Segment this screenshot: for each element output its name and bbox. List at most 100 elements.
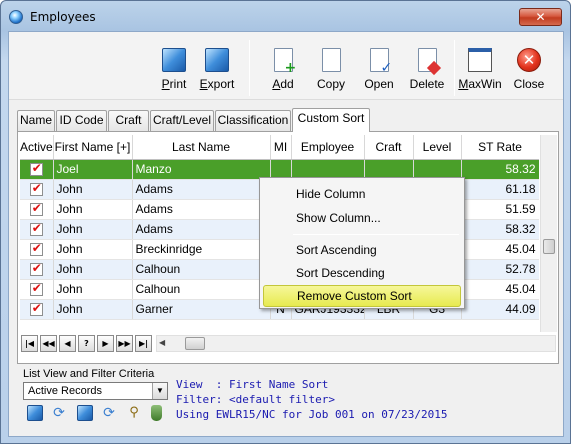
col-header-last-name[interactable]: Last Name (132, 135, 271, 160)
maxwin-button[interactable]: MaxWin (455, 48, 505, 96)
horizontal-scrollbar[interactable]: ◀ (156, 335, 556, 352)
col-header-employee[interactable]: Employee (291, 135, 365, 160)
col-header-craft[interactable]: Craft (364, 135, 414, 160)
first-record-button[interactable]: |◀ (21, 335, 38, 352)
chevron-down-icon[interactable]: ▼ (152, 383, 167, 399)
vertical-scrollbar[interactable] (540, 135, 557, 332)
help-button[interactable]: ? (78, 335, 95, 352)
st-rate-cell[interactable]: 51.59 (461, 199, 539, 220)
refresh-alt-icon[interactable]: ⟳ (101, 405, 117, 421)
first-name-cell[interactable]: John (53, 299, 133, 320)
active-cell[interactable] (20, 279, 54, 300)
copy-button[interactable]: Copy (306, 48, 356, 96)
active-cell[interactable] (20, 199, 54, 220)
app-globe-icon (9, 10, 23, 24)
export-label: xport (207, 77, 235, 91)
employee-cell[interactable] (291, 159, 365, 180)
active-checkbox[interactable] (29, 201, 43, 217)
st-rate-cell[interactable]: 58.32 (461, 219, 539, 240)
first-name-cell[interactable]: John (53, 279, 133, 300)
last-name-cell[interactable]: Garner (132, 299, 271, 320)
last-name-cell[interactable]: Manzo (132, 159, 271, 180)
tab-craft-level[interactable]: Craft/Level (150, 110, 214, 131)
active-cell[interactable] (20, 259, 54, 280)
first-name-cell[interactable]: Joel (53, 159, 133, 180)
next-page-button[interactable]: ▶▶ (116, 335, 133, 352)
prev-page-button[interactable]: ◀◀ (40, 335, 57, 352)
title-bar[interactable]: Employees ✕ (1, 1, 570, 31)
last-name-cell[interactable]: Calhoun (132, 259, 271, 280)
st-rate-cell[interactable]: 52.78 (461, 259, 539, 280)
column-context-menu: Hide Column Show Column... Sort Ascendin… (259, 177, 465, 309)
window-close-button[interactable]: ✕ (519, 8, 562, 26)
tab-classification[interactable]: Classification (215, 110, 291, 131)
vertical-scroll-thumb[interactable] (543, 239, 555, 254)
tab-id-code[interactable]: ID Code (56, 110, 107, 131)
st-rate-cell[interactable]: 45.04 (461, 239, 539, 260)
prev-record-button[interactable]: ◀ (59, 335, 76, 352)
active-cell[interactable] (20, 159, 54, 180)
first-name-cell[interactable]: John (53, 179, 133, 200)
last-name-cell[interactable]: Adams (132, 199, 271, 220)
menu-remove-custom-sort[interactable]: Remove Custom Sort (263, 285, 461, 307)
last-name-cell[interactable]: Breckinridge (132, 239, 271, 260)
mi-cell[interactable] (270, 159, 292, 180)
tab-custom-sort[interactable]: Custom Sort (292, 108, 370, 132)
delete-label: Delete (409, 77, 445, 91)
clear-icon[interactable] (151, 405, 162, 421)
col-header-mi[interactable]: MI (270, 135, 292, 160)
tab-name[interactable]: Name (17, 110, 55, 131)
delete-button[interactable]: Delete (402, 48, 452, 96)
col-header-level[interactable]: Level (413, 135, 462, 160)
add-button[interactable]: + Add (258, 48, 308, 96)
active-checkbox[interactable] (29, 161, 43, 177)
filter-section-label: List View and Filter Criteria (23, 368, 155, 380)
active-cell[interactable] (20, 299, 54, 320)
col-header-active[interactable]: Active (20, 135, 54, 160)
menu-hide-column[interactable]: Hide Column (263, 183, 461, 205)
scroll-left-icon[interactable]: ◀ (159, 338, 165, 347)
export-button[interactable]: Export (192, 48, 242, 96)
active-cell[interactable] (20, 219, 54, 240)
st-rate-cell[interactable]: 61.18 (461, 179, 539, 200)
open-icon: ✓ (369, 48, 392, 75)
st-rate-cell[interactable]: 58.32 (461, 159, 539, 180)
last-name-cell[interactable]: Adams (132, 219, 271, 240)
next-record-button[interactable]: ▶ (97, 335, 114, 352)
st-rate-cell[interactable]: 44.09 (461, 299, 539, 320)
table-row[interactable]: JoelManzo 58.32 (20, 159, 539, 180)
first-name-cell[interactable]: John (53, 239, 133, 260)
active-checkbox[interactable] (29, 221, 43, 237)
menu-sort-descending[interactable]: Sort Descending (263, 262, 461, 284)
active-cell[interactable] (20, 239, 54, 260)
active-checkbox[interactable] (29, 241, 43, 257)
close-button[interactable]: ✕ Close (504, 48, 554, 96)
record-filter-select[interactable]: Active Records ▼ (23, 382, 168, 400)
refresh-icon[interactable]: ⟳ (51, 405, 67, 421)
active-checkbox[interactable] (29, 181, 43, 197)
tab-craft[interactable]: Craft (108, 110, 149, 131)
col-header-first-name[interactable]: First Name [+] (53, 135, 133, 160)
filter-icon[interactable] (27, 405, 43, 421)
last-name-cell[interactable]: Calhoun (132, 279, 271, 300)
horizontal-scroll-thumb[interactable] (185, 337, 205, 350)
first-name-cell[interactable]: John (53, 199, 133, 220)
craft-cell[interactable] (364, 159, 414, 180)
menu-show-column[interactable]: Show Column... (263, 207, 461, 229)
filter-edit-icon[interactable] (77, 405, 93, 421)
level-cell[interactable] (413, 159, 462, 180)
open-button[interactable]: ✓ Open (354, 48, 404, 96)
active-checkbox[interactable] (29, 261, 43, 277)
grid-header-row: Active First Name [+] Last Name MI Emplo… (20, 135, 539, 160)
active-cell[interactable] (20, 179, 54, 200)
menu-sort-ascending[interactable]: Sort Ascending (263, 239, 461, 261)
last-record-button[interactable]: ▶| (135, 335, 152, 352)
col-header-st-rate[interactable]: ST Rate (461, 135, 539, 160)
last-name-cell[interactable]: Adams (132, 179, 271, 200)
active-checkbox[interactable] (29, 301, 43, 317)
st-rate-cell[interactable]: 45.04 (461, 279, 539, 300)
first-name-cell[interactable]: John (53, 259, 133, 280)
search-icon[interactable]: ⚲ (126, 405, 142, 421)
active-checkbox[interactable] (29, 281, 43, 297)
first-name-cell[interactable]: John (53, 219, 133, 240)
